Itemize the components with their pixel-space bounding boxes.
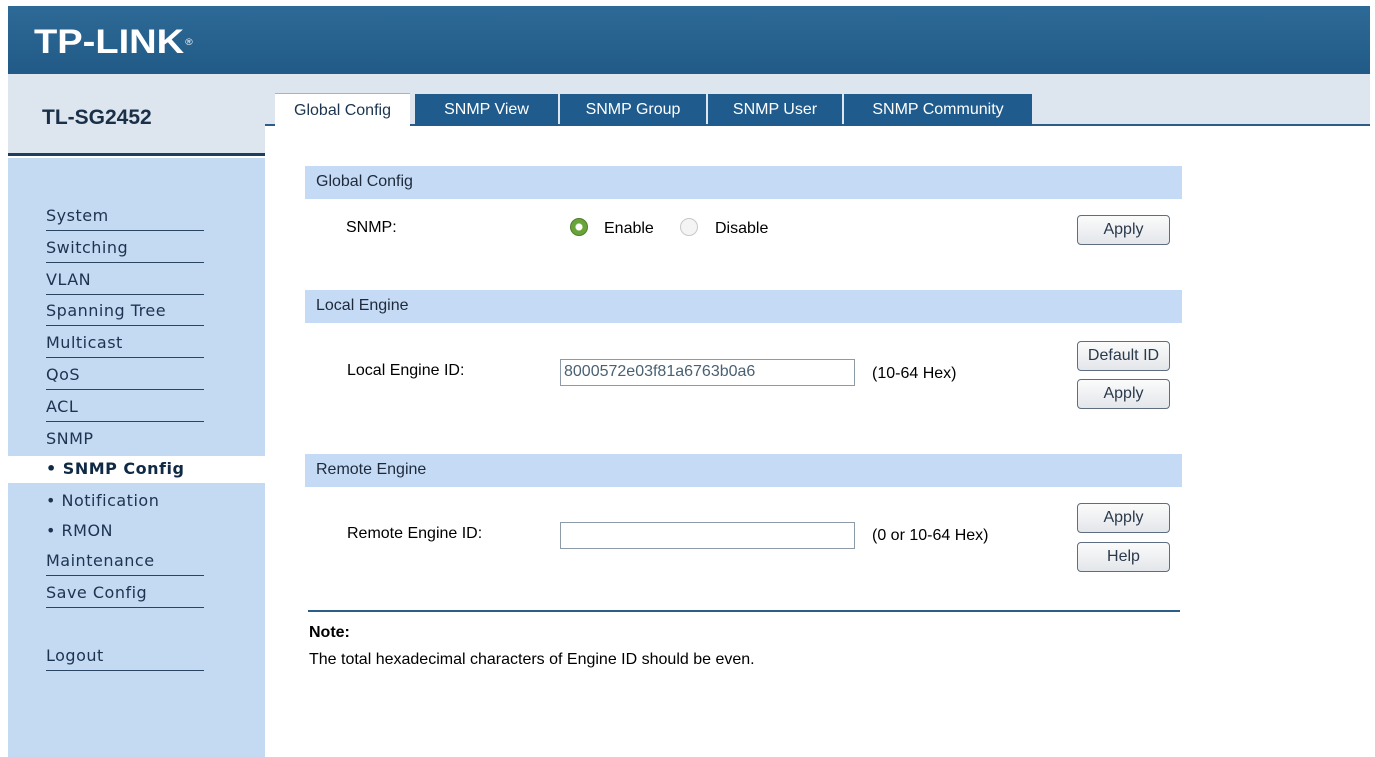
tp-link-logo: TP-LINK® [34, 24, 193, 60]
snmp-disable-radio[interactable] [680, 218, 698, 236]
tab-label: SNMP Group [585, 101, 681, 118]
note-title: Note: [309, 624, 350, 641]
sidebar-item-save-config[interactable]: Save Config [46, 583, 204, 608]
local-apply-button[interactable]: Apply [1077, 379, 1170, 409]
sidebar-subitem-rmon[interactable]: • RMON [46, 521, 113, 541]
default-id-button[interactable]: Default ID [1077, 341, 1170, 371]
sidebar-item-acl[interactable]: ACL [46, 397, 204, 422]
sidebar-subitem-snmp-config[interactable]: • SNMP Config [8, 456, 265, 483]
sidebar-item-maintenance[interactable]: Maintenance [46, 551, 204, 576]
remote-engine-id-label: Remote Engine ID: [347, 525, 483, 542]
tab-snmp-view[interactable]: SNMP View [415, 94, 558, 126]
tab-snmp-community[interactable]: SNMP Community [844, 94, 1032, 126]
enable-label: Enable [604, 220, 654, 237]
sidebar-item-switching[interactable]: Switching [46, 238, 204, 263]
section-title: Global Config [316, 173, 413, 190]
note-text: The total hexadecimal characters of Engi… [309, 651, 755, 668]
sidebar-item-logout[interactable]: Logout [46, 646, 204, 671]
logo-registered-mark: ® [185, 37, 193, 47]
global-apply-button[interactable]: Apply [1077, 215, 1170, 245]
tab-label: SNMP View [444, 101, 529, 118]
remote-engine-id-hint: (0 or 10-64 Hex) [872, 527, 989, 544]
tab-label: SNMP User [732, 101, 818, 118]
tab-global-config[interactable]: Global Config [275, 93, 410, 127]
sidebar-item-system[interactable]: System [46, 206, 204, 231]
snmp-label: SNMP: [346, 219, 397, 236]
section-title: Remote Engine [316, 461, 427, 478]
local-engine-id-input[interactable]: 8000572e03f81a6763b0a6 [560, 359, 855, 386]
tab-snmp-user[interactable]: SNMP User [708, 94, 842, 126]
top-banner: TP-LINK® [8, 6, 1370, 74]
model-name: TL-SG2452 [42, 106, 152, 129]
sidebar-subitem-label: • SNMP Config [46, 459, 185, 478]
help-button[interactable]: Help [1077, 542, 1170, 572]
tab-label: SNMP Community [872, 101, 1004, 118]
tab-label: Global Config [294, 101, 391, 119]
remote-apply-button[interactable]: Apply [1077, 503, 1170, 533]
local-engine-id-label: Local Engine ID: [347, 362, 465, 379]
section-local-engine: Local Engine [305, 290, 1182, 323]
sidebar-item-vlan[interactable]: VLAN [46, 270, 204, 295]
sidebar-item-multicast[interactable]: Multicast [46, 333, 204, 358]
section-title: Local Engine [316, 297, 409, 314]
sidebar-item-snmp[interactable]: SNMP [46, 429, 204, 453]
sidebar: System Switching VLAN Spanning Tree Mult… [8, 158, 265, 757]
local-engine-id-hint: (10-64 Hex) [872, 365, 957, 382]
sidebar-item-spanning-tree[interactable]: Spanning Tree [46, 301, 204, 326]
logo-text: TP-LINK [34, 23, 185, 61]
note-divider [308, 610, 1180, 612]
section-global-config: Global Config [305, 166, 1182, 199]
sidebar-item-qos[interactable]: QoS [46, 365, 204, 390]
tab-snmp-group[interactable]: SNMP Group [560, 94, 706, 126]
model-box: TL-SG2452 [8, 74, 265, 156]
disable-label: Disable [715, 220, 769, 237]
remote-engine-id-input[interactable] [560, 522, 855, 549]
snmp-enable-radio[interactable] [570, 218, 588, 236]
section-remote-engine: Remote Engine [305, 454, 1182, 487]
sidebar-subitem-notification[interactable]: • Notification [46, 491, 159, 511]
